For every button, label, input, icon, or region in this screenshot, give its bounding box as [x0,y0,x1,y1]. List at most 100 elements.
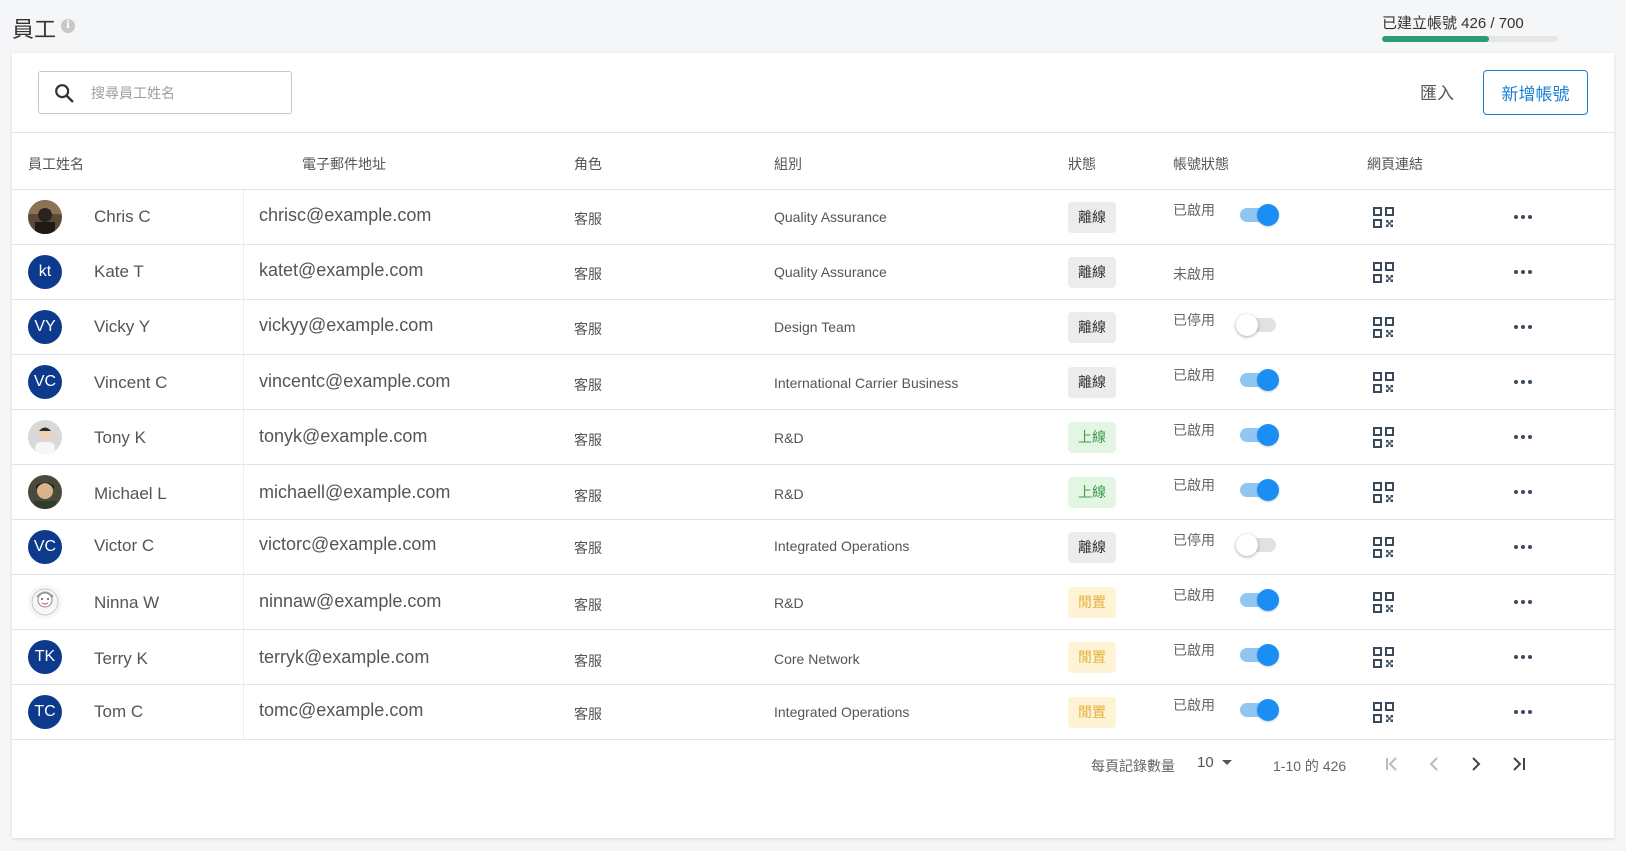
account-toggle[interactable] [1240,204,1279,226]
employee-name[interactable]: Terry K [94,649,148,669]
employee-group: Quality Assurance [774,209,887,225]
qr-code-icon[interactable] [1373,317,1394,338]
employee-email: vickyy@example.com [259,315,434,335]
table-row[interactable]: VY Vicky Y vickyy@example.com 客服 Design Team… [12,300,1614,355]
qr-code-icon[interactable] [1373,262,1394,283]
more-options-icon[interactable] [1512,263,1534,281]
more-options-icon[interactable] [1512,483,1534,501]
column-header-role[interactable]: 角色 [574,154,602,174]
employee-name[interactable]: Kate T [94,262,144,282]
qr-code-icon[interactable] [1373,372,1394,393]
search-input[interactable] [91,82,281,104]
qr-code-icon[interactable] [1373,647,1394,668]
employee-name[interactable]: Michael L [94,484,167,504]
last-page-icon[interactable] [1509,753,1529,775]
employee-role: 客服 [574,321,602,337]
employee-name[interactable]: Ninna W [94,593,159,613]
search-box[interactable] [38,71,292,114]
table-row[interactable]: VC Victor C victorc@example.com 客服 Integrate… [12,520,1614,575]
account-toggle[interactable] [1240,644,1279,666]
info-icon[interactable]: i [61,19,75,33]
more-options-icon[interactable] [1512,373,1534,391]
account-toggle[interactable] [1236,534,1276,556]
table-row[interactable]: kt Kate T katet@example.com 客服 Quality Assur… [12,245,1614,300]
avatar [28,420,62,454]
qr-code-icon[interactable] [1373,592,1394,613]
column-header-email[interactable]: 電子郵件地址 [302,154,386,174]
qr-code-icon[interactable] [1373,537,1394,558]
employee-name[interactable]: Tony K [94,428,146,448]
status-badge: 閒置 [1068,587,1116,618]
employee-name[interactable]: Vicky Y [94,317,150,337]
employee-name[interactable]: Vincent C [94,373,167,393]
employee-group: R&D [774,430,804,446]
table-row[interactable]: Michael L michaell@example.com 客服 R&D 上線 已啟用 [12,465,1614,520]
table-row[interactable]: TC Tom C tomc@example.com 客服 Integrated Oper… [12,685,1614,740]
next-page-icon[interactable] [1466,753,1486,775]
toggle-knob [1257,204,1279,226]
account-status-label: 已啟用 [1173,587,1215,603]
qr-code-icon[interactable] [1373,207,1394,228]
table-row[interactable]: Chris C chrisc@example.com 客服 Quality Assur… [12,190,1614,245]
account-toggle[interactable] [1240,479,1279,501]
table-row[interactable]: Ninna W ninnaw@example.com 客服 R&D 閒置 已啟用 [12,575,1614,630]
employee-card: 匯入 新增帳號 員工姓名 電子郵件地址 角色 組別 狀態 帳號狀態 網頁連結 C… [12,53,1614,838]
table-body: Chris C chrisc@example.com 客服 Quality Assur… [12,190,1614,740]
employee-name[interactable]: Chris C [94,207,151,227]
toggle-knob [1257,479,1279,501]
account-toggle[interactable] [1240,369,1279,391]
more-options-icon[interactable] [1512,593,1534,611]
more-options-icon[interactable] [1512,428,1534,446]
column-header-account-status[interactable]: 帳號狀態 [1173,154,1229,174]
avatar: kt [28,255,62,289]
toggle-knob [1236,534,1258,556]
import-link[interactable]: 匯入 [1420,79,1454,104]
more-options-icon[interactable] [1512,648,1534,666]
employee-group: R&D [774,595,804,611]
prev-page-icon[interactable] [1424,753,1444,775]
more-options-icon[interactable] [1512,318,1534,336]
avatar: VY [28,310,62,344]
caret-down-icon[interactable] [1222,760,1232,765]
account-toggle[interactable] [1240,589,1279,611]
search-icon [55,84,74,103]
employee-name[interactable]: Victor C [94,536,154,556]
column-header-group[interactable]: 組別 [774,154,802,174]
toggle-knob [1257,699,1279,721]
status-badge: 離線 [1068,257,1116,288]
qr-code-icon[interactable] [1373,482,1394,503]
account-toggle[interactable] [1240,699,1279,721]
account-toggle[interactable] [1236,314,1276,336]
first-page-icon[interactable] [1382,753,1402,775]
avatar [28,200,62,234]
employee-name[interactable]: Tom C [94,702,143,722]
quota-progress-fill [1382,36,1489,42]
table-row[interactable]: TK Terry K terryk@example.com 客服 Core Networ… [12,630,1614,685]
qr-code-icon[interactable] [1373,702,1394,723]
table-row[interactable]: Tony K tonyk@example.com 客服 R&D 上線 已啟用 [12,410,1614,465]
rows-per-page-label: 每頁記錄數量 [1091,758,1175,774]
account-status-label: 已啟用 [1173,642,1215,658]
more-options-icon[interactable] [1512,703,1534,721]
rows-per-page-select[interactable]: 10 [1197,754,1214,771]
status-badge: 離線 [1068,367,1116,398]
column-header-name[interactable]: 員工姓名 [28,154,84,174]
employee-email: victorc@example.com [259,534,437,554]
column-header-status[interactable]: 狀態 [1068,154,1096,174]
employee-email: tonyk@example.com [259,426,428,446]
qr-code-icon[interactable] [1373,427,1394,448]
status-badge: 上線 [1068,477,1116,508]
avatar: VC [28,365,62,399]
account-status-label: 已停用 [1173,312,1215,328]
toggle-knob [1236,314,1258,336]
quota-progress-bar [1382,36,1558,42]
more-options-icon[interactable] [1512,538,1534,556]
page-header: 員工 i 已建立帳號 426 / 700 [0,0,1626,52]
status-badge: 離線 [1068,532,1116,563]
account-toggle[interactable] [1240,424,1279,446]
more-options-icon[interactable] [1512,208,1534,226]
add-account-button[interactable]: 新增帳號 [1483,70,1588,115]
avatar [28,585,62,619]
table-row[interactable]: VC Vincent C vincentc@example.com 客服 Interna… [12,355,1614,410]
employee-group: R&D [774,486,804,502]
